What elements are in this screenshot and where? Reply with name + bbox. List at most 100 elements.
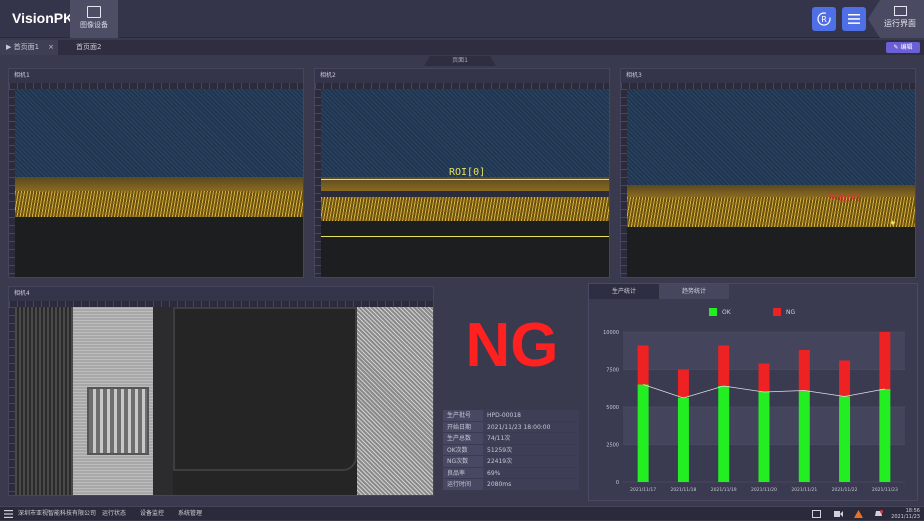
bar-ok: [677, 398, 689, 482]
bar-ok: [879, 389, 891, 482]
info-value: 2080ms: [483, 479, 579, 490]
x-tick-label: 2021/11/21: [791, 487, 817, 493]
ruler: [9, 89, 15, 277]
y-tick-label: 7500: [606, 368, 619, 374]
camera-1-panel: 相机1: [8, 68, 304, 278]
roi-box[interactable]: [321, 179, 609, 237]
tab-page-1[interactable]: ▶ 首页面1 ×: [0, 40, 58, 55]
page-marker: 页面1: [424, 56, 496, 66]
y-tick-label: 10000: [603, 330, 619, 336]
info-value: 22419次: [483, 456, 579, 467]
info-value: 2021/11/23 18:00:00: [483, 421, 579, 432]
camera-title: 相机3: [621, 69, 915, 83]
info-key: 良品率: [443, 467, 483, 478]
bar-ok: [637, 384, 649, 482]
page-tabs: ▶ 首页面1 × 首页面2 ✎ 编辑: [0, 40, 924, 55]
info-value: 74/11次: [483, 433, 579, 444]
info-row: 生产总数 74/11次: [443, 433, 579, 445]
info-key: 运行时间: [443, 479, 483, 490]
close-icon[interactable]: ×: [48, 40, 54, 55]
clock-date: 2021/11/23: [891, 514, 920, 520]
status-device-monitor[interactable]: 设备监控: [140, 507, 164, 521]
camera-title: 相机4: [9, 287, 433, 301]
notification-icon[interactable]: [874, 510, 883, 518]
refresh-icon: R: [817, 12, 831, 26]
ruler: [315, 89, 321, 277]
bar-ok: [798, 390, 810, 482]
camera-3-image[interactable]: NG框[0] ✦: [627, 89, 915, 277]
menu-button[interactable]: [842, 7, 866, 31]
info-key: 生产批号: [443, 410, 483, 421]
ruler: [9, 307, 15, 495]
camera-icon[interactable]: [834, 510, 843, 518]
bar-ng: [839, 360, 851, 397]
info-row: NG次数 22419次: [443, 456, 579, 468]
x-tick-label: 2021/11/17: [630, 487, 656, 493]
ruler: [621, 89, 627, 277]
x-tick-label: 2021/11/19: [711, 487, 737, 493]
status-run-state[interactable]: 运行状态: [102, 507, 126, 521]
info-row: OK次数 51259次: [443, 444, 579, 456]
info-value: HPD-00018: [483, 410, 579, 421]
x-tick-label: 2021/11/18: [670, 487, 696, 493]
top-bar: VisionPK 图像设备 R 运行界面: [0, 0, 924, 38]
camera-title: 相机1: [9, 69, 303, 83]
x-tick-label: 2021/11/22: [832, 487, 858, 493]
run-view-button[interactable]: 运行界面: [868, 0, 924, 38]
x-tick-label: 2021/11/20: [751, 487, 777, 493]
refresh-button[interactable]: R: [812, 7, 836, 31]
ruler: [9, 301, 433, 307]
edit-button[interactable]: ✎ 编辑: [886, 42, 920, 53]
hamburger-icon: [848, 14, 860, 24]
x-tick-label: 2021/11/23: [872, 487, 898, 493]
ruler: [621, 83, 915, 89]
statistics-panel: 生产统计 趋势统计 OK NG 0 2500 5000 7500 10000 2021/1…: [588, 283, 918, 501]
bar-ng: [637, 345, 649, 385]
tab-label: 首页面2: [76, 43, 102, 51]
ruler: [315, 83, 609, 89]
company-name: 深圳市亚视智能科技有限公司: [18, 510, 97, 517]
info-row: 开始日期 2021/11/23 18:00:00: [443, 421, 579, 433]
info-row: 运行时间 2080ms: [443, 479, 579, 491]
screenshot-icon[interactable]: [812, 510, 821, 518]
camera-4-image[interactable]: [15, 307, 433, 495]
bar-ng: [758, 363, 770, 392]
crosshair-icon: ✦: [889, 219, 897, 229]
bar-ok: [758, 392, 770, 482]
svg-text:R: R: [821, 15, 827, 24]
bar-ng: [677, 369, 689, 398]
camera-2-panel: 相机2 ROI[0]: [314, 68, 610, 278]
y-tick-label: 5000: [606, 405, 619, 411]
clock: 18:56 2021/11/23: [891, 508, 920, 520]
bar-ok: [718, 386, 730, 482]
info-value: 69%: [483, 467, 579, 478]
tab-page-2[interactable]: 首页面2: [70, 40, 170, 55]
production-info-table: 生产批号 HPD-00018 开始日期 2021/11/23 18:00:00 生产…: [443, 410, 579, 491]
roi-label: ROI[0]: [449, 167, 486, 178]
camera-3-panel: 相机3 NG框[0] ✦: [620, 68, 916, 278]
app-logo: VisionPK: [12, 10, 74, 26]
menu-icon[interactable]: [4, 510, 13, 518]
camera-title: 相机2: [315, 69, 609, 83]
y-tick-label: 2500: [606, 443, 619, 449]
ruler: [9, 83, 303, 89]
data-matrix-code: [87, 387, 149, 455]
info-key: 开始日期: [443, 421, 483, 432]
bar-ng: [798, 350, 810, 391]
status-system-management[interactable]: 系统管理: [178, 507, 202, 521]
status-bar: 深圳市亚视智能科技有限公司 运行状态 设备监控 系统管理 18:56 2021/…: [0, 506, 924, 520]
image-icon: [87, 6, 101, 18]
monitor-icon: [894, 6, 907, 16]
camera-2-image[interactable]: ROI[0]: [321, 89, 609, 277]
camera-4-panel: 相机4: [8, 286, 434, 496]
warning-icon[interactable]: [854, 510, 863, 518]
production-chart: 0 2500 5000 7500 10000 2021/11/17 2021/11/18 20…: [603, 330, 905, 493]
play-icon: ▶: [6, 43, 12, 51]
bar-ng: [879, 332, 891, 389]
bar-ng: [718, 345, 730, 386]
y-tick-label: 0: [616, 480, 619, 486]
image-device-button[interactable]: 图像设备: [70, 0, 118, 38]
camera-1-image[interactable]: [15, 89, 303, 277]
info-key: NG次数: [443, 456, 483, 467]
info-row: 良品率 69%: [443, 467, 579, 479]
